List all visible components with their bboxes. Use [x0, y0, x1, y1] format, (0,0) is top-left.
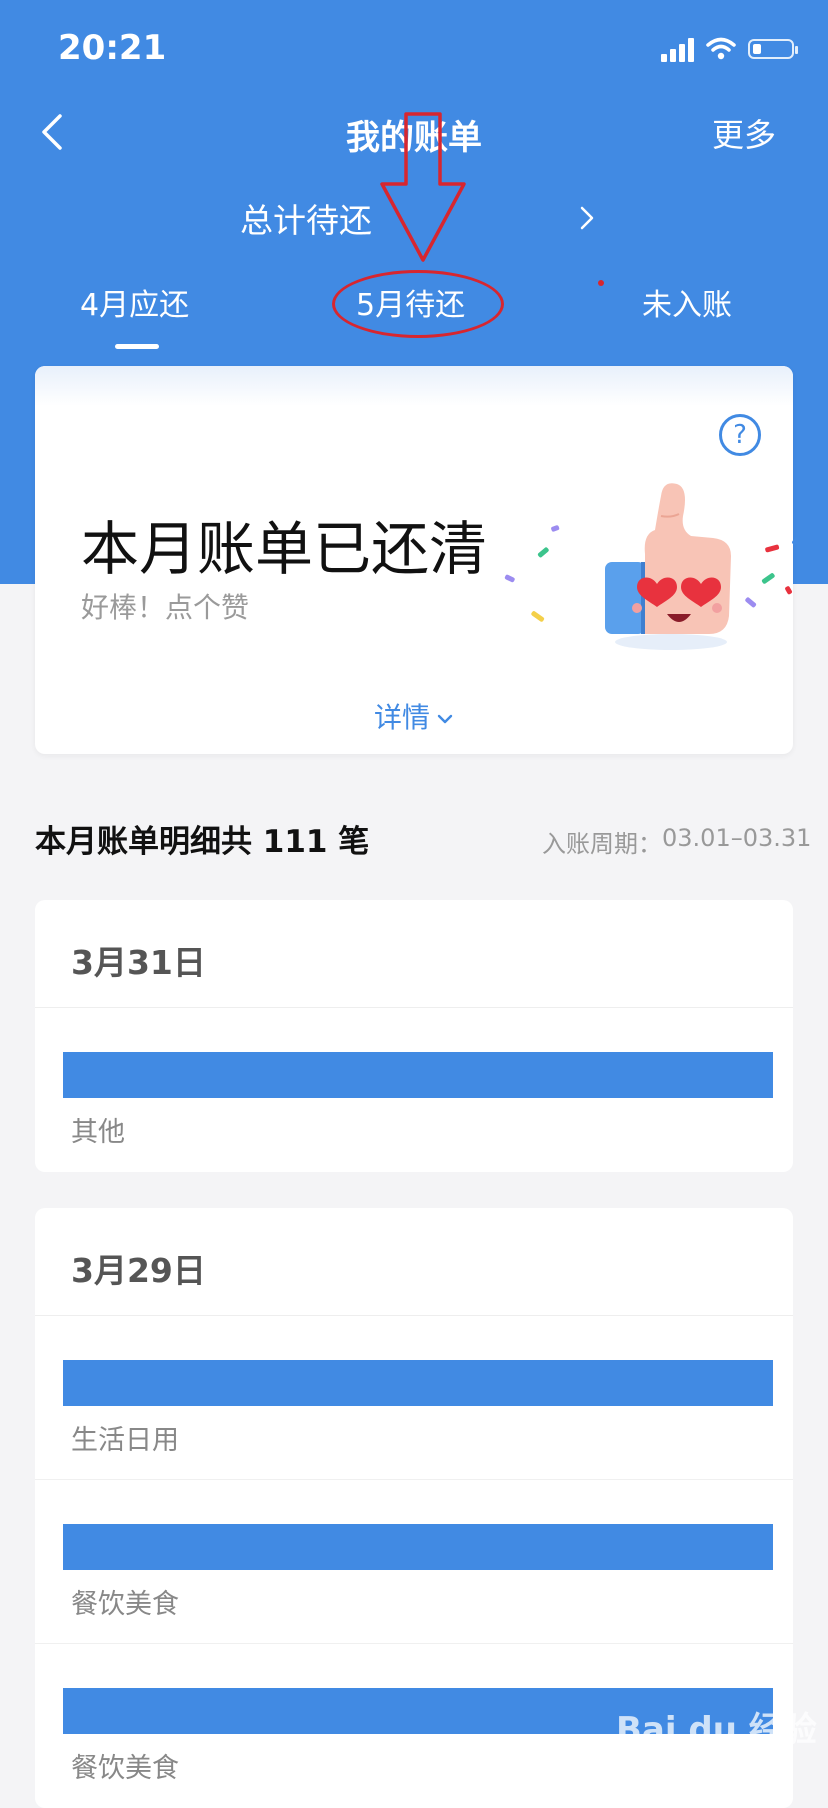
- status-time: 20:21: [58, 28, 167, 68]
- transaction-row[interactable]: 餐饮美食: [35, 1480, 793, 1644]
- details-toggle[interactable]: 详情: [35, 696, 793, 736]
- annotation-arrow: [380, 112, 466, 262]
- card-top-gradient: [35, 366, 793, 406]
- bill-status-subtitle: 好棒！点个赞: [81, 591, 250, 624]
- tab-april-due[interactable]: 4月应还: [80, 280, 189, 324]
- status-icons: [661, 36, 798, 62]
- day-date: 3月31日: [71, 943, 206, 982]
- wifi-icon: [706, 37, 736, 60]
- details-label: 详情: [373, 701, 430, 734]
- transaction-category: 餐饮美食: [71, 1753, 179, 1784]
- annotation-dot: [598, 280, 604, 286]
- total-due-label: 总计待还: [240, 201, 372, 240]
- watermark-url: jingyan.baidu.com: [664, 1752, 784, 1767]
- billing-period-label: 入账周期：: [542, 830, 662, 858]
- transaction-category: 其他: [71, 1117, 125, 1148]
- status-bar: 20:21: [0, 0, 828, 100]
- day-header: 3月29日: [35, 1208, 793, 1316]
- transaction-category: 餐饮美食: [71, 1589, 179, 1620]
- battery-icon: [748, 39, 798, 59]
- transaction-redaction-bar: [63, 1052, 773, 1098]
- chevron-right-icon: [580, 206, 594, 230]
- bill-status-title: 本月账单已还清: [81, 515, 488, 583]
- transaction-redaction-bar: [63, 1360, 773, 1406]
- more-button[interactable]: 更多: [712, 110, 776, 156]
- help-icon[interactable]: ?: [719, 414, 761, 456]
- transaction-row[interactable]: 生活日用: [35, 1316, 793, 1480]
- transaction-category: 生活日用: [71, 1425, 179, 1456]
- tab-unposted[interactable]: 未入账: [642, 280, 732, 324]
- transaction-row[interactable]: 其他: [35, 1008, 793, 1172]
- bill-detail-count: 本月账单明细共 111 笔: [35, 824, 370, 860]
- signal-icon: [661, 36, 694, 62]
- day-date: 3月29日: [71, 1251, 206, 1290]
- watermark-logo: Bai du 经验: [616, 1710, 817, 1750]
- chevron-down-icon: [437, 714, 453, 724]
- active-tab-indicator: [115, 344, 159, 349]
- bill-status-card: ? 本月账单已还清 好棒！点个赞 详情: [35, 366, 801, 754]
- day-header: 3月31日: [35, 900, 793, 1008]
- billing-period-value: 03.01–03.31: [662, 824, 812, 852]
- day-card: 3月31日 其他: [35, 900, 793, 1172]
- annotation-circle: [332, 270, 504, 338]
- thumbs-up-illustration: [504, 483, 801, 650]
- transaction-redaction-bar: [63, 1524, 773, 1570]
